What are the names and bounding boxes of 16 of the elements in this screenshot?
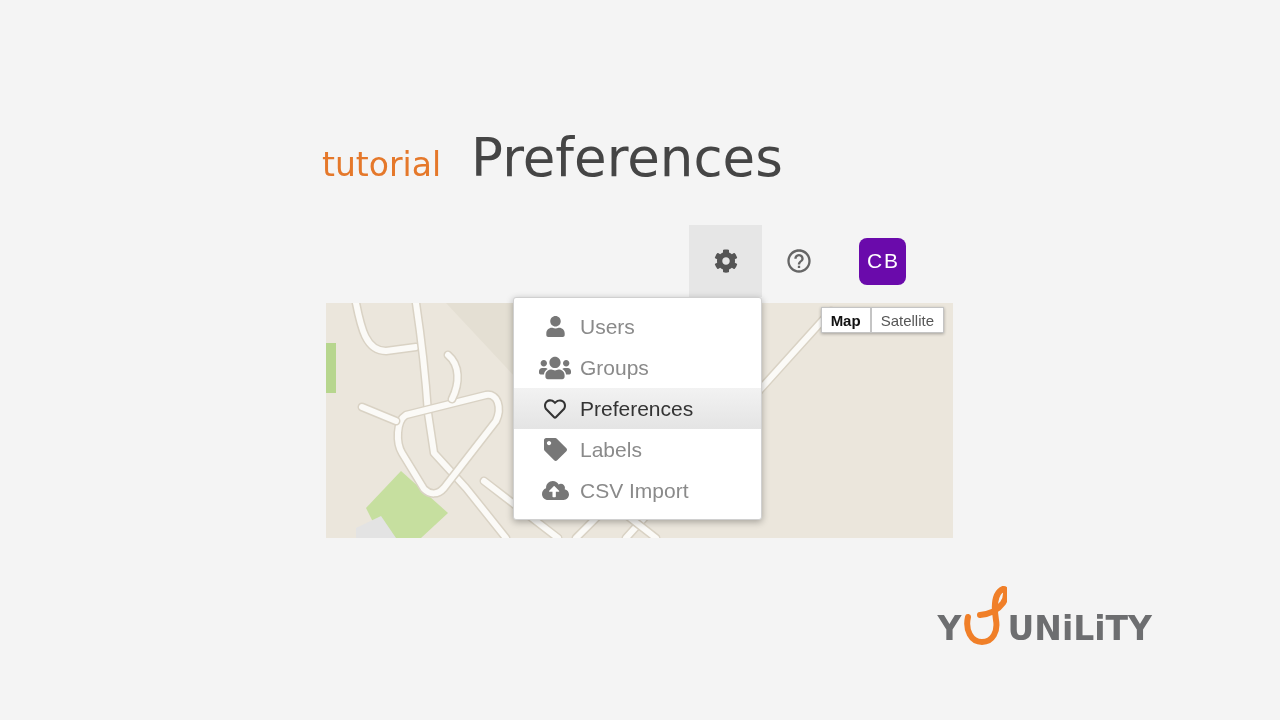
tag-icon [543, 438, 567, 461]
menu-item[interactable]: Preferences [514, 388, 761, 429]
person-icon [544, 316, 566, 337]
avatar-button[interactable]: CB [859, 237, 906, 285]
map-type-tab[interactable]: Map [820, 307, 871, 333]
map-type-tab[interactable]: Satellite [870, 307, 944, 333]
menu-item[interactable]: CSV Import [514, 470, 761, 511]
tutorial-label: tutorial [322, 144, 442, 186]
logo-text: UNiLiTY [1007, 612, 1152, 646]
logo-text: Y [937, 612, 962, 646]
settings-icon [713, 249, 738, 273]
help-icon [785, 247, 813, 275]
page-title: Preferences [471, 126, 783, 190]
heart-icon [544, 397, 566, 420]
logo-loop-icon [962, 584, 1007, 646]
settings-button[interactable] [689, 225, 762, 297]
